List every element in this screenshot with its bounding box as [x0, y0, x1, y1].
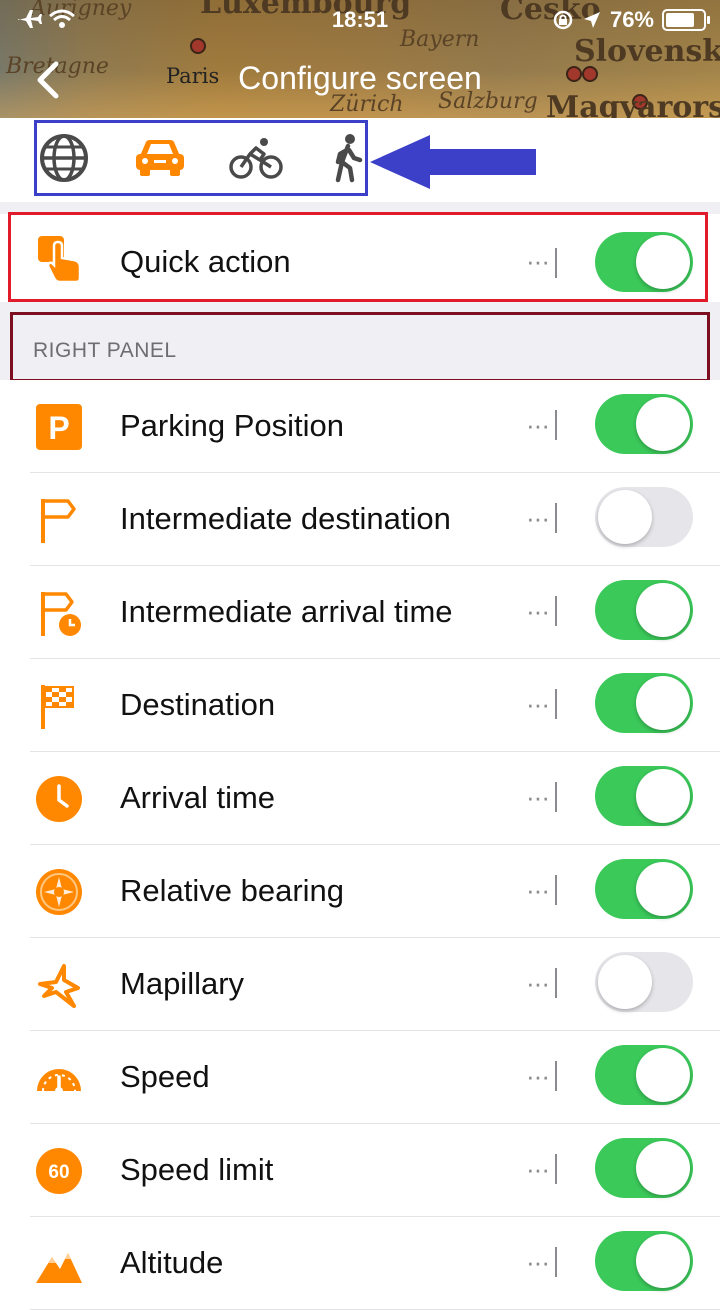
drag-handle[interactable] — [555, 1061, 557, 1091]
list-item[interactable]: Arrival time ··· — [0, 752, 720, 845]
speed-limit-icon: 60 — [36, 1148, 82, 1194]
status-right: 76% — [552, 7, 710, 33]
item-label: Parking Position — [120, 408, 345, 443]
list-item[interactable]: Destination ··· — [0, 659, 720, 752]
toggle-knob — [636, 1141, 690, 1195]
item-toggle[interactable] — [595, 394, 693, 454]
more-icon[interactable]: ··· — [526, 689, 550, 720]
item-label: Intermediate destination — [120, 501, 451, 536]
item-toggle[interactable] — [595, 859, 693, 919]
page-title: Configure screen — [238, 60, 482, 96]
map-city-dot — [190, 38, 206, 54]
annotation-arrow-icon — [370, 135, 536, 189]
toggle-knob — [636, 583, 690, 637]
toggle-knob — [598, 955, 652, 1009]
more-icon[interactable]: ··· — [526, 782, 550, 813]
list-item[interactable]: 60 Speed limit ··· — [0, 1124, 720, 1217]
more-icon[interactable]: ··· — [526, 410, 550, 441]
widget-list: P Parking Position ··· Intermediate dest… — [0, 380, 720, 1310]
more-icon[interactable]: ··· — [526, 503, 550, 534]
profile-pedestrian[interactable] — [320, 132, 376, 184]
toggle-knob — [598, 490, 652, 544]
drag-handle[interactable] — [555, 875, 557, 905]
parking-icon: P — [36, 404, 82, 450]
location-arrow-icon — [583, 12, 600, 28]
item-toggle[interactable] — [595, 766, 693, 826]
item-label: Altitude — [120, 1245, 224, 1280]
flag-icon — [41, 499, 76, 543]
profile-car[interactable] — [132, 132, 188, 184]
item-toggle[interactable] — [595, 673, 693, 733]
drag-handle[interactable] — [555, 1247, 557, 1277]
item-toggle[interactable] — [595, 487, 693, 547]
profile-bicycle[interactable] — [228, 132, 284, 184]
toggle-knob — [636, 1048, 690, 1102]
quick-action-highlight-box — [8, 212, 708, 302]
drag-handle[interactable] — [555, 503, 557, 533]
more-icon[interactable]: ··· — [526, 875, 550, 906]
pedestrian-icon[interactable] — [320, 132, 376, 184]
item-label: Speed limit — [120, 1152, 274, 1187]
section-header-right-panel: RIGHT PANEL — [10, 312, 710, 382]
more-icon[interactable]: ··· — [526, 1247, 550, 1278]
list-item[interactable]: Mapillary ··· — [0, 938, 720, 1031]
more-icon[interactable]: ··· — [526, 1154, 550, 1185]
item-label: Destination — [120, 687, 276, 722]
clock-icon — [36, 776, 82, 822]
section-title: RIGHT PANEL — [33, 339, 177, 362]
toggle-knob — [636, 769, 690, 823]
speedometer-icon — [37, 1069, 81, 1095]
more-icon[interactable]: ··· — [526, 596, 550, 627]
more-icon[interactable]: ··· — [526, 968, 550, 999]
item-toggle[interactable] — [595, 1045, 693, 1105]
toggle-knob — [636, 862, 690, 916]
globe-icon[interactable] — [36, 132, 92, 184]
item-label: Intermediate arrival time — [120, 594, 453, 629]
compass-icon — [36, 869, 82, 915]
item-toggle[interactable] — [595, 1138, 693, 1198]
item-label: Speed — [120, 1059, 210, 1094]
flag-clock-icon — [41, 592, 81, 636]
svg-text:P: P — [48, 410, 69, 446]
checkered-flag-icon — [41, 685, 74, 729]
item-toggle[interactable] — [595, 1231, 693, 1291]
item-label: Relative bearing — [120, 873, 345, 908]
drag-handle[interactable] — [555, 689, 557, 719]
toggle-knob — [636, 676, 690, 730]
battery-icon — [662, 9, 710, 31]
list-item[interactable]: Intermediate arrival time ··· — [0, 566, 720, 659]
list-item[interactable]: Altitude ··· — [0, 1217, 720, 1310]
speed-limit-value: 60 — [48, 1162, 69, 1183]
battery-percent: 76% — [609, 7, 654, 32]
profile-browse-map[interactable] — [36, 132, 92, 184]
list-item[interactable]: Speed ··· — [0, 1031, 720, 1124]
list-item[interactable]: Intermediate destination ··· — [0, 473, 720, 566]
toggle-knob — [636, 397, 690, 451]
mapillary-icon — [38, 964, 80, 1008]
drag-handle[interactable] — [555, 782, 557, 812]
item-toggle[interactable] — [595, 580, 693, 640]
list-item[interactable]: P Parking Position ··· — [0, 380, 720, 473]
drag-handle[interactable] — [555, 596, 557, 626]
drag-handle[interactable] — [555, 410, 557, 440]
orientation-lock-icon — [553, 10, 573, 30]
map-header: Aurigney Bretagne Paris Luxembourg Bayer… — [0, 0, 720, 118]
list-item[interactable]: Relative bearing ··· — [0, 845, 720, 938]
more-icon[interactable]: ··· — [526, 1061, 550, 1092]
item-toggle[interactable] — [595, 952, 693, 1012]
drag-handle[interactable] — [555, 968, 557, 998]
car-icon[interactable] — [132, 132, 188, 184]
bicycle-icon[interactable] — [228, 132, 284, 184]
status-bar: 18:51 76% — [0, 0, 720, 40]
drag-handle[interactable] — [555, 1154, 557, 1184]
item-label: Arrival time — [120, 780, 276, 815]
mountain-icon — [36, 1253, 82, 1283]
item-label: Mapillary — [120, 966, 245, 1001]
